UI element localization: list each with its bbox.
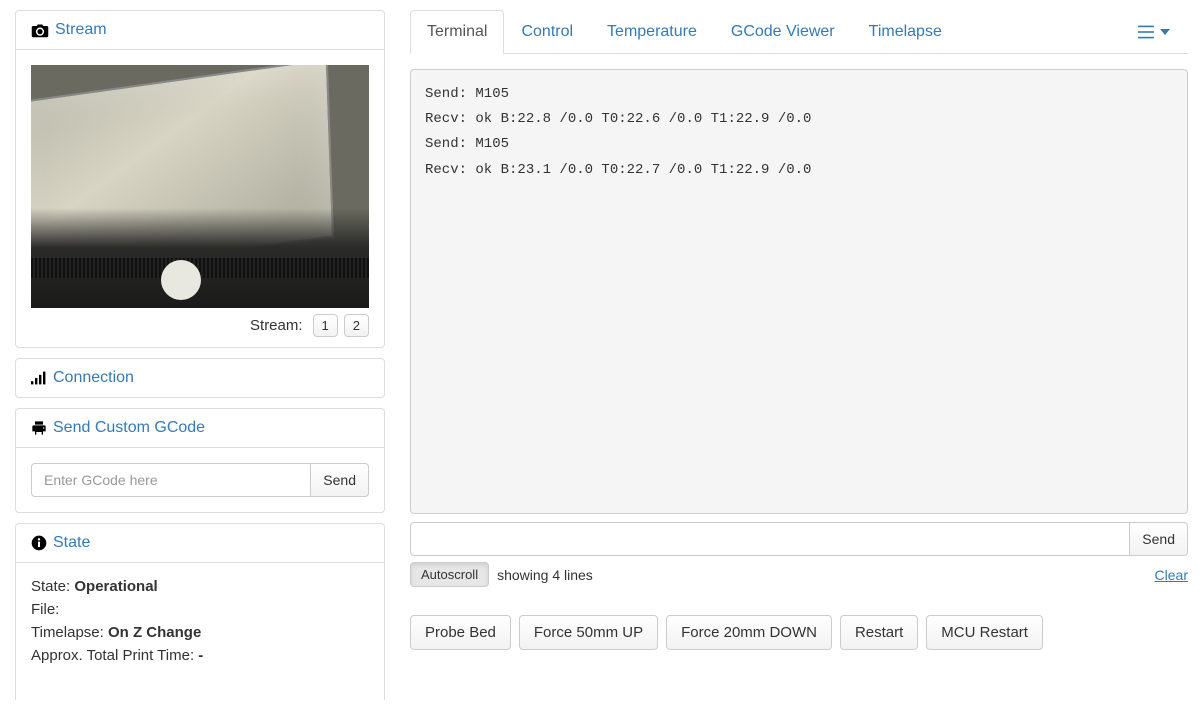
tab-control[interactable]: Control (504, 10, 590, 54)
tab-terminal-content: Send: M105 Recv: ok B:22.8 /0.0 T0:22.6 … (410, 54, 1188, 650)
stream-button-2[interactable]: 2 (344, 314, 369, 337)
panel-state: State State: Operational File: Timelapse:… (15, 523, 385, 700)
signal-icon (31, 371, 47, 385)
tab-terminal[interactable]: Terminal (410, 10, 504, 54)
panel-gcode: Send Custom GCode Send (15, 408, 385, 513)
terminal-output[interactable]: Send: M105 Recv: ok B:22.8 /0.0 T0:22.6 … (410, 69, 1188, 514)
state-line-label: Approx. Total Print Time: (31, 647, 198, 664)
state-body: State: Operational File: Timelapse: On Z … (16, 563, 384, 700)
state-line: Approx. Total Print Time: - (31, 647, 369, 664)
connection-title[interactable]: Connection (53, 369, 134, 387)
state-line-label: Timelapse: (31, 624, 108, 641)
terminal-action-buttons: Probe BedForce 50mm UPForce 20mm DOWNRes… (410, 615, 1188, 650)
autoscroll-toggle[interactable]: Autoscroll (410, 562, 489, 587)
action-restart[interactable]: Restart (840, 615, 918, 650)
caret-down-icon (1160, 29, 1170, 35)
state-line-value: Operational (74, 578, 157, 595)
panel-stream-heading[interactable]: Stream (16, 11, 384, 50)
state-line-label: State: (31, 578, 74, 595)
main-tabs: TerminalControlTemperatureGCode ViewerTi… (410, 10, 1188, 54)
panel-gcode-heading[interactable]: Send Custom GCode (16, 409, 384, 448)
tab-menu-dropdown[interactable] (1128, 14, 1178, 50)
tab-temperature[interactable]: Temperature (590, 10, 714, 54)
terminal-command-input[interactable] (410, 522, 1130, 556)
gcode-body: Send (16, 448, 384, 512)
terminal-showing-text: showing 4 lines (497, 567, 593, 583)
state-line-value: - (198, 647, 203, 664)
camera-icon (31, 23, 49, 38)
stream-body (16, 50, 384, 308)
panel-stream: Stream Stream: 1 2 (15, 10, 385, 348)
state-line: Timelapse: On Z Change (31, 624, 369, 641)
terminal-send-button[interactable]: Send (1130, 522, 1188, 556)
tab-timelapse[interactable]: Timelapse (852, 10, 959, 54)
gcode-input[interactable] (31, 463, 311, 497)
stream-title[interactable]: Stream (55, 21, 107, 39)
info-icon (31, 535, 47, 551)
panel-state-heading[interactable]: State (16, 524, 384, 563)
action-force-20mm-down[interactable]: Force 20mm DOWN (666, 615, 832, 650)
state-line-label: File: (31, 601, 59, 618)
state-line: File: (31, 601, 369, 618)
stream-selector-label: Stream: (250, 317, 303, 334)
tab-gcodeviewer[interactable]: GCode Viewer (714, 10, 852, 54)
panel-connection: Connection (15, 358, 385, 398)
state-line: State: Operational (31, 578, 369, 595)
webcam-image (31, 65, 369, 308)
stream-button-1[interactable]: 1 (313, 314, 338, 337)
stream-selector: Stream: 1 2 (16, 308, 384, 347)
state-line-value: On Z Change (108, 624, 201, 641)
action-force-50mm-up[interactable]: Force 50mm UP (519, 615, 658, 650)
action-mcu-restart[interactable]: MCU Restart (926, 615, 1043, 650)
gcode-send-button[interactable]: Send (311, 463, 369, 497)
state-title[interactable]: State (53, 534, 90, 552)
printer-icon (31, 420, 47, 436)
action-probe-bed[interactable]: Probe Bed (410, 615, 511, 650)
panel-connection-heading[interactable]: Connection (16, 359, 384, 397)
list-icon (1136, 24, 1156, 40)
gcode-title[interactable]: Send Custom GCode (53, 419, 205, 437)
terminal-clear-link[interactable]: Clear (1155, 567, 1188, 583)
